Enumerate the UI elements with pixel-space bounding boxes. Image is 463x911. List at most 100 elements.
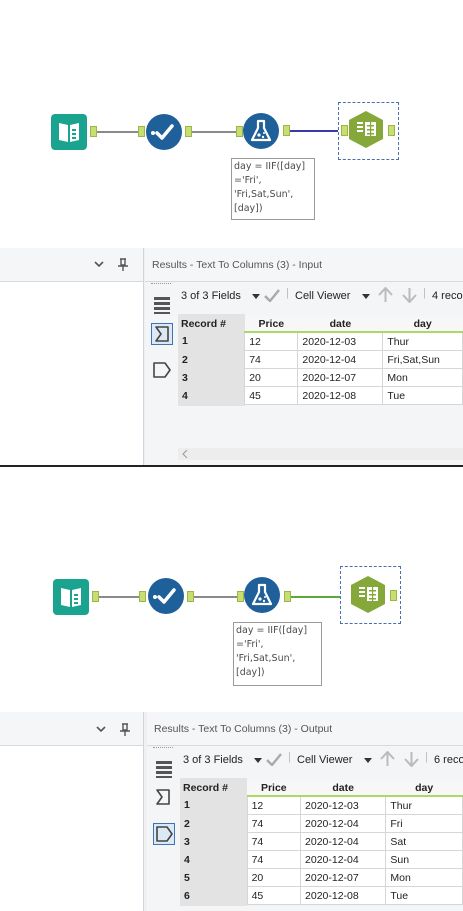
column-header[interactable]: date bbox=[297, 316, 383, 333]
pin-icon[interactable] bbox=[119, 723, 131, 737]
input-anchor-icon[interactable] bbox=[151, 323, 173, 345]
connection-wire-selected[interactable] bbox=[290, 130, 338, 132]
table-cell[interactable]: 2020-12-08 bbox=[300, 886, 387, 905]
column-header[interactable]: Price bbox=[247, 780, 301, 797]
output-port[interactable] bbox=[283, 125, 290, 136]
output-port[interactable] bbox=[284, 591, 291, 602]
table-row[interactable]: 4 45 2020-12-08 Tue bbox=[178, 386, 463, 405]
chevron-down-icon[interactable] bbox=[96, 726, 106, 734]
record-number-cell[interactable]: 3 bbox=[178, 368, 245, 387]
record-number-cell[interactable]: 2 bbox=[180, 814, 248, 833]
table-cell[interactable]: 74 bbox=[244, 350, 299, 369]
column-header[interactable]: date bbox=[300, 780, 386, 797]
table-cell[interactable]: 45 bbox=[246, 886, 302, 905]
text-to-columns-tool[interactable] bbox=[350, 576, 386, 613]
output-anchor-icon[interactable] bbox=[151, 359, 173, 381]
table-cell[interactable]: Sat bbox=[385, 832, 463, 851]
connection-wire[interactable] bbox=[97, 131, 138, 133]
workflow-canvas-2[interactable]: day = IIF([day] ='Fri', 'Fri,Sat,Sun', [… bbox=[0, 467, 463, 712]
input-data-tool[interactable] bbox=[51, 114, 87, 150]
record-number-cell[interactable]: 5 bbox=[180, 868, 248, 887]
formula-tool[interactable] bbox=[244, 577, 280, 613]
results-grid[interactable]: Record # Price date day 1 12 2020-12-03 Thur 2 74… bbox=[178, 316, 463, 405]
table-cell[interactable]: Fri bbox=[385, 814, 463, 833]
chevron-down-icon[interactable] bbox=[94, 261, 104, 269]
table-row[interactable]: 1 12 2020-12-03 Thur bbox=[178, 331, 463, 351]
formula-tool[interactable] bbox=[243, 113, 279, 149]
connection-wire-selected[interactable] bbox=[291, 596, 340, 598]
select-tool[interactable] bbox=[148, 578, 184, 614]
input-data-tool[interactable] bbox=[53, 579, 89, 615]
column-header[interactable]: day bbox=[382, 316, 463, 333]
table-cell[interactable]: Thur bbox=[382, 331, 463, 351]
workflow-canvas-1[interactable]: day = IIF([day] ='Fri', 'Fri,Sat,Sun', [… bbox=[0, 0, 463, 248]
table-rows-icon[interactable] bbox=[153, 758, 175, 780]
chevron-down-icon[interactable] bbox=[254, 758, 262, 763]
output-port[interactable] bbox=[90, 126, 97, 137]
chevron-down-icon[interactable] bbox=[364, 758, 372, 763]
table-cell[interactable]: Mon bbox=[385, 868, 463, 887]
table-cell[interactable]: 2020-12-04 bbox=[297, 350, 384, 369]
check-icon[interactable] bbox=[264, 289, 280, 302]
table-row[interactable]: 2 74 2020-12-04 Fri,Sat,Sun bbox=[178, 350, 463, 369]
table-cell[interactable]: 2020-12-03 bbox=[297, 331, 384, 351]
record-number-cell[interactable]: 4 bbox=[180, 850, 248, 869]
table-cell[interactable]: Tue bbox=[382, 386, 463, 405]
output-port[interactable] bbox=[388, 125, 395, 136]
table-cell[interactable]: 12 bbox=[244, 331, 299, 351]
horizontal-scrollbar[interactable] bbox=[178, 448, 463, 460]
connection-wire[interactable] bbox=[99, 596, 139, 598]
output-port[interactable] bbox=[187, 591, 194, 602]
input-port[interactable] bbox=[237, 591, 244, 602]
table-row[interactable]: 3 20 2020-12-07 Mon bbox=[178, 368, 463, 387]
input-anchor-icon[interactable] bbox=[153, 787, 175, 809]
output-anchor-icon[interactable] bbox=[153, 823, 175, 845]
text-to-columns-tool[interactable] bbox=[348, 111, 384, 148]
record-number-cell[interactable]: 1 bbox=[180, 796, 248, 815]
connection-wire[interactable] bbox=[194, 596, 237, 598]
column-header[interactable]: day bbox=[385, 780, 463, 797]
table-cell[interactable]: 74 bbox=[246, 832, 302, 851]
table-cell[interactable]: Fri,Sat,Sun bbox=[382, 350, 463, 369]
table-cell[interactable]: 2020-12-07 bbox=[297, 368, 384, 387]
chevron-down-icon[interactable] bbox=[362, 294, 370, 299]
table-row[interactable]: 6 45 2020-12-08 Tue bbox=[180, 886, 463, 905]
output-port[interactable] bbox=[185, 126, 192, 137]
table-row[interactable]: 2 74 2020-12-04 Fri bbox=[180, 814, 463, 833]
column-header[interactable]: Price bbox=[244, 316, 298, 333]
connection-wire[interactable] bbox=[192, 131, 236, 133]
select-tool[interactable] bbox=[146, 114, 182, 150]
chevron-down-icon[interactable] bbox=[252, 294, 260, 299]
table-rows-icon[interactable] bbox=[151, 294, 173, 316]
pin-icon[interactable] bbox=[117, 258, 129, 272]
table-cell[interactable]: 2020-12-07 bbox=[300, 868, 387, 887]
record-number-cell[interactable]: 1 bbox=[178, 332, 245, 351]
record-number-cell[interactable]: 3 bbox=[180, 832, 248, 851]
table-cell[interactable]: 74 bbox=[246, 850, 302, 869]
column-header[interactable]: Record # bbox=[180, 780, 248, 796]
table-cell[interactable]: 2020-12-04 bbox=[300, 814, 387, 833]
table-cell[interactable]: 2020-12-08 bbox=[297, 386, 384, 405]
arrow-up-icon[interactable] bbox=[378, 287, 393, 303]
table-cell[interactable]: 2020-12-04 bbox=[300, 850, 387, 869]
arrow-up-icon[interactable] bbox=[380, 751, 395, 767]
table-cell[interactable]: Thur bbox=[385, 795, 463, 815]
table-row[interactable]: 3 74 2020-12-04 Sat bbox=[180, 832, 463, 851]
column-header[interactable]: Record # bbox=[178, 316, 245, 332]
arrow-down-icon[interactable] bbox=[402, 287, 417, 303]
table-cell[interactable]: 20 bbox=[244, 368, 299, 387]
input-port[interactable] bbox=[236, 126, 243, 137]
record-number-cell[interactable]: 2 bbox=[178, 350, 245, 369]
table-cell[interactable]: 2020-12-03 bbox=[300, 795, 387, 815]
check-icon[interactable] bbox=[266, 753, 282, 766]
table-cell[interactable]: 12 bbox=[246, 795, 302, 815]
results-grid[interactable]: Record # Price date day 1 12 2020-12-03 Thur 2 74… bbox=[180, 780, 463, 905]
input-port[interactable] bbox=[138, 126, 145, 137]
input-port[interactable] bbox=[139, 591, 146, 602]
table-cell[interactable]: 45 bbox=[244, 386, 299, 405]
table-row[interactable]: 5 20 2020-12-07 Mon bbox=[180, 868, 463, 887]
table-row[interactable]: 4 74 2020-12-04 Sun bbox=[180, 850, 463, 869]
cell-viewer-selector[interactable]: Cell Viewer bbox=[297, 754, 352, 766]
table-cell[interactable]: Tue bbox=[385, 886, 463, 905]
table-cell[interactable]: Sun bbox=[385, 850, 463, 869]
